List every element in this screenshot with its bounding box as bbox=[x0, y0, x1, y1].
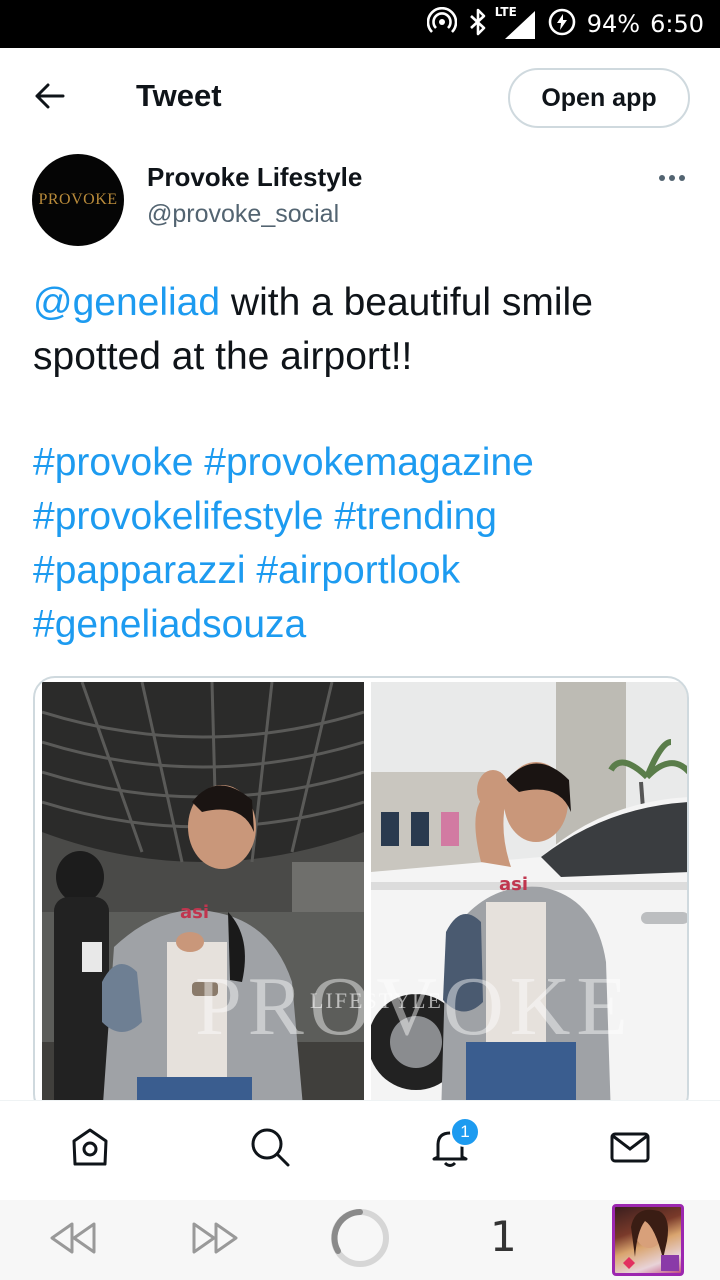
hashtag-link[interactable]: #provokelifestyle bbox=[33, 495, 323, 538]
tweet-header: Tweet Open app bbox=[0, 48, 720, 144]
hashtag-list: #provoke #provokemagazine #provokelifest… bbox=[33, 436, 693, 652]
tweet-text: @geneliad with a beautiful smile spotted… bbox=[33, 276, 693, 384]
avatar[interactable]: PROVOKE bbox=[32, 154, 124, 246]
signal-icon: LTE bbox=[495, 5, 537, 41]
rewind-icon bbox=[46, 1218, 98, 1263]
hashtag-link[interactable]: #trending bbox=[334, 495, 497, 538]
fast-forward-icon bbox=[190, 1218, 242, 1263]
mail-icon bbox=[608, 1125, 652, 1174]
tab-count[interactable]: 1 bbox=[490, 1212, 517, 1261]
notification-badge: 1 bbox=[450, 1117, 480, 1147]
shirt-logo-left: asi bbox=[180, 902, 209, 923]
more-button[interactable] bbox=[652, 164, 692, 192]
tweet-media[interactable]: asi asi PROVOKE LIFESTYLE bbox=[33, 676, 689, 1116]
battery-saver-icon bbox=[547, 7, 577, 42]
clock: 6:50 bbox=[650, 10, 704, 38]
hashtag-link[interactable]: #geneliadsouza bbox=[33, 603, 306, 646]
nav-search[interactable] bbox=[246, 1125, 294, 1173]
rewind-button[interactable] bbox=[44, 1218, 100, 1262]
watermark-sub: LIFESTYLE bbox=[310, 988, 443, 1013]
loading-icon bbox=[329, 1207, 391, 1274]
nav-home[interactable] bbox=[66, 1125, 114, 1173]
profile-thumbnail[interactable] bbox=[612, 1204, 684, 1276]
open-app-button[interactable]: Open app bbox=[508, 68, 690, 128]
fast-forward-button[interactable] bbox=[188, 1218, 244, 1262]
reload-button[interactable] bbox=[328, 1208, 392, 1272]
back-button[interactable] bbox=[28, 76, 72, 120]
hashtag-link[interactable]: #papparazzi bbox=[33, 549, 245, 592]
more-icon bbox=[659, 175, 665, 181]
browser-toolbar: 1 bbox=[0, 1200, 720, 1280]
page-title: Tweet bbox=[136, 78, 222, 113]
author-name[interactable]: Provoke Lifestyle bbox=[147, 162, 362, 193]
bottom-nav: 1 bbox=[0, 1100, 720, 1200]
battery-level: 94% bbox=[586, 10, 641, 38]
hotspot-icon bbox=[426, 6, 458, 42]
more-icon-dot bbox=[679, 175, 685, 181]
author-handle[interactable]: @provoke_social bbox=[147, 200, 339, 229]
status-bar: LTE 94% 6:50 bbox=[0, 0, 720, 48]
mention-link[interactable]: @geneliad bbox=[33, 281, 220, 324]
hashtag-link[interactable]: #provokemagazine bbox=[204, 441, 534, 484]
shirt-logo-right: asi bbox=[499, 874, 528, 895]
avatar-logo-text: PROVOKE bbox=[38, 191, 118, 208]
home-icon bbox=[68, 1125, 112, 1174]
hashtag-link[interactable]: #provoke bbox=[33, 441, 193, 484]
nav-messages[interactable] bbox=[606, 1125, 654, 1173]
back-arrow-icon bbox=[35, 83, 65, 114]
more-icon-dot bbox=[669, 175, 675, 181]
search-icon bbox=[248, 1125, 292, 1174]
hashtag-link[interactable]: #airportlook bbox=[256, 549, 460, 592]
bluetooth-icon bbox=[467, 7, 489, 42]
status-icons: LTE 94% 6:50 bbox=[426, 0, 704, 48]
network-type: LTE bbox=[494, 5, 517, 19]
